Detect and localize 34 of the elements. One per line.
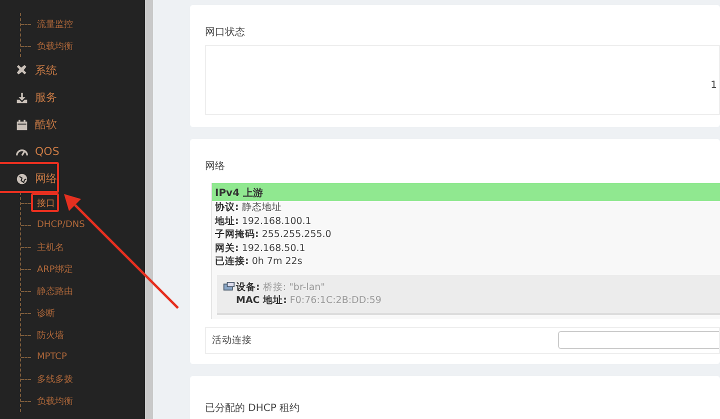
info-line: 协议: 静态地址 <box>214 201 283 214</box>
sidebar-item[interactable]: 系统 <box>0 57 57 84</box>
sidebar-item[interactable]: 防火墙 <box>35 328 66 342</box>
network-device-icon <box>223 282 235 292</box>
globe-icon <box>16 172 28 184</box>
device-info-line: 设备: 桥接: "br-lan" <box>236 280 326 294</box>
sidebar-item[interactable]: 静态路由 <box>35 284 75 298</box>
field-label: 活动连接 <box>212 334 252 346</box>
sidebar-item[interactable]: DHCP/DNS <box>35 219 87 231</box>
download-icon <box>16 92 28 104</box>
info-line: 地址: 192.168.100.1 <box>214 214 312 228</box>
sidebar-item[interactable]: 主机名 <box>35 240 66 254</box>
sidebar-item[interactable]: 流量监控 <box>35 16 75 32</box>
section-title: 网络 <box>205 160 226 173</box>
sidebar-item[interactable]: MPTCP <box>35 351 69 363</box>
info-line: 网关: 192.168.50.1 <box>214 242 306 255</box>
info-line: 已连接: 0h 7m 22s <box>214 255 304 268</box>
sidebar-item[interactable]: 多线多拨 <box>35 372 75 386</box>
sidebar-item[interactable]: 负载均衡 <box>35 38 75 54</box>
sidebar-item[interactable]: QOS <box>0 138 60 165</box>
sidebar-item[interactable]: 负载均衡 <box>35 394 75 408</box>
port-label: 1 <box>710 80 717 90</box>
device-info-line: MAC 地址: F0:76:1C:2B:DD:59 <box>236 294 382 306</box>
interface-header: IPv4 上游 <box>212 183 720 201</box>
calendar-icon <box>16 118 28 130</box>
sidebar-item[interactable]: 诊断 <box>35 306 57 320</box>
sidebar-item[interactable]: 服务 <box>0 84 57 111</box>
section-title: 网口状态 <box>205 26 246 39</box>
info-line: 子网掩码: 255.255.255.0 <box>214 228 332 242</box>
sidebar-item[interactable]: 接口 <box>35 196 57 210</box>
section-title: 已分配的 DHCP 租约 <box>205 402 301 414</box>
sidebar-item[interactable]: 网络 <box>0 165 57 192</box>
sidebar-item[interactable]: 酷软 <box>0 111 57 138</box>
sidebar-item[interactable]: ARP绑定 <box>35 262 75 276</box>
